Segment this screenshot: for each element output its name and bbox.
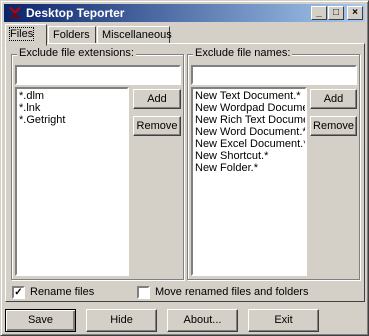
remove-extension-button[interactable]: Remove xyxy=(133,116,181,136)
move-renamed-label: Move renamed files and folders xyxy=(155,286,309,298)
filename-input[interactable] xyxy=(191,65,357,85)
app-window: Desktop Teporter _ □ × Files Folders Mis… xyxy=(0,0,369,336)
list-item[interactable]: New Text Document.* xyxy=(195,90,303,102)
add-filename-button[interactable]: Add xyxy=(310,89,357,109)
save-button[interactable]: Save xyxy=(5,309,76,332)
add-extension-button[interactable]: Add xyxy=(133,89,181,109)
list-item[interactable]: New Wordpad Documer xyxy=(195,102,305,114)
tab-folders-label: Folders xyxy=(53,29,90,41)
hide-button[interactable]: Hide xyxy=(86,309,157,332)
exclude-extensions-legend: Exclude file extensions: xyxy=(17,47,136,59)
files-tab-panel: Exclude file extensions: *.dlm *.lnk *.G… xyxy=(5,43,365,302)
window-title: Desktop Teporter xyxy=(26,6,125,20)
close-button[interactable]: × xyxy=(347,6,363,20)
list-item[interactable]: New Excel Document.* xyxy=(195,138,305,150)
list-item[interactable]: New Word Document.* xyxy=(195,126,305,138)
rename-files-label: Rename files xyxy=(30,286,95,298)
list-item[interactable]: *.Getright xyxy=(19,114,125,126)
extensions-list[interactable]: *.dlm *.lnk *.Getright xyxy=(15,87,129,276)
tab-miscellaneous-label: Miscellaneous xyxy=(102,29,172,41)
tab-folders[interactable]: Folders xyxy=(48,26,96,44)
teleporter-app-icon xyxy=(9,7,21,19)
remove-filename-button[interactable]: Remove xyxy=(310,116,357,136)
exit-button[interactable]: Exit xyxy=(248,309,319,332)
extension-input[interactable] xyxy=(15,65,181,85)
minimize-button[interactable]: _ xyxy=(311,6,327,20)
exclude-names-legend: Exclude file names: xyxy=(193,47,293,59)
exclude-extensions-group: Exclude file extensions: *.dlm *.lnk *.G… xyxy=(11,47,184,280)
tab-miscellaneous[interactable]: Miscellaneous xyxy=(97,26,172,44)
list-item[interactable]: New Folder.* xyxy=(195,162,303,174)
tab-files[interactable]: Files xyxy=(5,24,47,46)
move-renamed-checkbox[interactable] xyxy=(137,286,150,299)
list-item[interactable]: *.dlm xyxy=(19,90,125,102)
title-bar[interactable]: Desktop Teporter _ □ × xyxy=(4,4,365,22)
tab-files-label: Files xyxy=(8,27,35,41)
about-button[interactable]: About... xyxy=(167,309,238,332)
rename-files-checkbox[interactable]: ✓ xyxy=(12,286,25,299)
list-item[interactable]: New Rich Text Documer xyxy=(195,114,305,126)
list-item[interactable]: New Shortcut.* xyxy=(195,150,303,162)
exclude-names-group: Exclude file names: New Text Document.* … xyxy=(187,47,360,280)
list-item[interactable]: *.lnk xyxy=(19,102,125,114)
filenames-list[interactable]: New Text Document.* New Wordpad Documer … xyxy=(191,87,307,276)
maximize-button[interactable]: □ xyxy=(328,6,344,20)
